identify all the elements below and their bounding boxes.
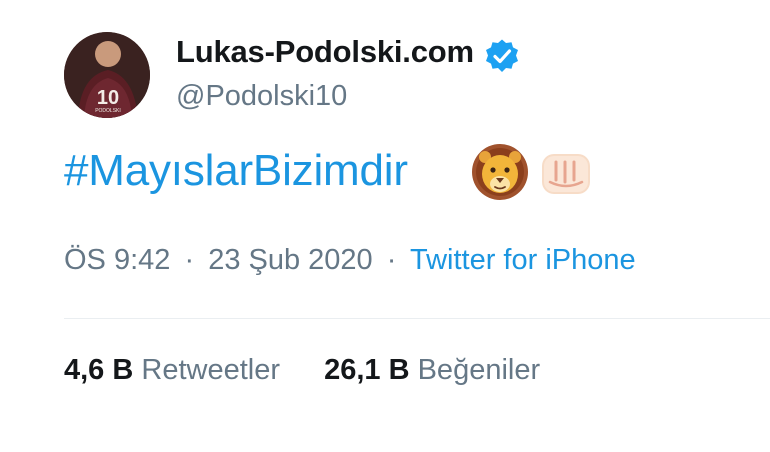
- divider: [64, 318, 770, 319]
- author-display-name[interactable]: Lukas-Podolski.com: [176, 34, 474, 70]
- tweet-date[interactable]: 23 Şub 2020: [208, 244, 372, 276]
- verified-badge-icon: [486, 39, 518, 72]
- author-handle[interactable]: @Podolski10: [176, 80, 347, 113]
- likes-stat[interactable]: 26,1 B Beğeniler: [324, 354, 540, 386]
- retweets-count: 4,6 B: [64, 354, 134, 386]
- tweet-source-link[interactable]: Twitter for iPhone: [410, 244, 636, 276]
- avatar-jersey-number: 10: [97, 87, 119, 109]
- avatar-image: 10 PODOLSKI: [64, 32, 150, 118]
- retweets-label: Retweetler: [141, 354, 281, 386]
- likes-label: Beğeniler: [417, 354, 541, 386]
- retweets-stat[interactable]: 4,6 B Retweetler: [64, 354, 288, 386]
- tweet-time[interactable]: ÖS 9:42: [64, 244, 170, 276]
- tweet-card: 10 PODOLSKI Lukas-Podolski.com @Podolski…: [0, 0, 770, 452]
- likes-count: 26,1 B: [324, 354, 410, 386]
- avatar-jersey-name: PODOLSKI: [95, 108, 121, 114]
- meta-separator-2: ·: [386, 244, 397, 276]
- avatar[interactable]: 10 PODOLSKI: [64, 32, 150, 118]
- tweet-meta: ÖS 9:42 · 23 Şub 2020 · Twitter for iPho…: [64, 244, 636, 277]
- fist-emoji: [542, 154, 590, 194]
- hashtag-link[interactable]: #MayıslarBizimdir: [64, 146, 408, 196]
- tweet-stats: 4,6 B Retweetler 26,1 B Beğeniler: [64, 354, 540, 387]
- meta-separator: ·: [184, 244, 195, 276]
- lion-face-emoji: [472, 144, 528, 200]
